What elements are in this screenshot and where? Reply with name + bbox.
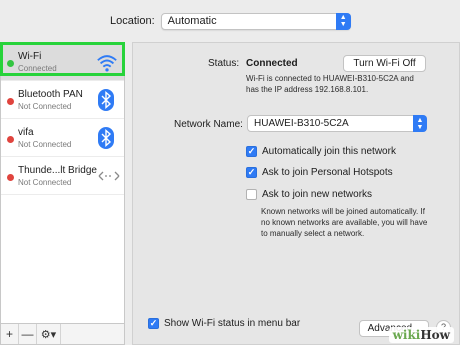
ethernet-icon bbox=[98, 171, 120, 181]
popup-arrows-icon: ▲ ▼ bbox=[335, 12, 351, 30]
selection-highlight bbox=[0, 42, 125, 76]
new-networks-label: Ask to join new networks bbox=[262, 189, 373, 200]
wikihow-watermark: wikiHow bbox=[388, 327, 454, 343]
service-item-vifa[interactable]: vifa Not Connected bbox=[1, 119, 124, 157]
menu-bar-label: Show Wi-Fi status in menu bar bbox=[164, 318, 301, 329]
network-name-label: Network Name: bbox=[174, 119, 243, 130]
service-list: Wi-Fi Connected Bluetooth PAN Not Connec… bbox=[0, 42, 125, 324]
location-row: Location: Automatic ▲ ▼ bbox=[110, 12, 351, 30]
join-note-line: Known networks will be joined automatica… bbox=[261, 207, 425, 216]
auto-join-checkbox[interactable]: ✓ bbox=[246, 146, 257, 157]
menu-bar-checkbox[interactable]: ✓ bbox=[148, 318, 159, 329]
watermark-wiki: wiki bbox=[392, 328, 421, 342]
service-name: Thunde...lt Bridge bbox=[18, 165, 97, 176]
auto-join-label: Automatically join this network bbox=[262, 146, 396, 157]
service-item-thunderbolt-bridge[interactable]: Thunde...lt Bridge Not Connected bbox=[1, 157, 124, 195]
status-description: Wi-Fi is connected to HUAWEI-B310-5C2A a… bbox=[246, 73, 414, 95]
status-desc-line: has the IP address 192.168.8.101. bbox=[246, 85, 369, 94]
join-note-line: to manually select a network. bbox=[261, 229, 365, 238]
status-label: Status: bbox=[208, 58, 240, 69]
service-name: vifa bbox=[18, 127, 34, 138]
new-networks-checkbox[interactable] bbox=[246, 189, 257, 200]
popup-arrows-icon: ▲ ▼ bbox=[413, 115, 427, 132]
turn-wifi-off-button[interactable]: Turn Wi-Fi Off bbox=[343, 55, 426, 72]
service-status: Not Connected bbox=[18, 178, 72, 187]
status-dot bbox=[7, 98, 14, 105]
watermark-how: How bbox=[420, 328, 450, 342]
location-value: Automatic bbox=[167, 14, 217, 27]
remove-service-button[interactable]: — bbox=[19, 324, 37, 344]
service-item-bluetooth-pan[interactable]: Bluetooth PAN Not Connected bbox=[1, 81, 124, 119]
status-desc-line: Wi-Fi is connected to HUAWEI-B310-5C2A a… bbox=[246, 74, 414, 83]
service-status: Not Connected bbox=[18, 140, 72, 149]
menu-bar-option[interactable]: ✓ Show Wi-Fi status in menu bar bbox=[148, 318, 300, 329]
sidebar-toolbar: + — ⚙▾ bbox=[0, 324, 125, 345]
service-name: Bluetooth PAN bbox=[18, 89, 83, 100]
status-value: Connected bbox=[246, 58, 298, 69]
hotspots-option[interactable]: ✓ Ask to join Personal Hotspots bbox=[246, 167, 393, 178]
hotspots-checkbox[interactable]: ✓ bbox=[246, 167, 257, 178]
service-status: Not Connected bbox=[18, 102, 72, 111]
join-note-line: no known networks are available, you wil… bbox=[261, 218, 428, 227]
bluetooth-icon bbox=[98, 127, 114, 149]
status-dot bbox=[7, 136, 14, 143]
location-select[interactable]: Automatic ▲ ▼ bbox=[160, 12, 351, 30]
new-networks-option[interactable]: Ask to join new networks bbox=[246, 189, 372, 200]
bluetooth-icon bbox=[98, 89, 114, 111]
location-label: Location: bbox=[110, 15, 155, 27]
join-note: Known networks will be joined automatica… bbox=[261, 206, 427, 239]
auto-join-option[interactable]: ✓ Automatically join this network bbox=[246, 146, 396, 157]
hotspots-label: Ask to join Personal Hotspots bbox=[262, 167, 393, 178]
add-service-button[interactable]: + bbox=[1, 324, 19, 344]
network-name-value: HUAWEI-B310-5C2A bbox=[254, 118, 349, 129]
network-name-select[interactable]: HUAWEI-B310-5C2A ▲ ▼ bbox=[247, 115, 427, 132]
gear-menu-button[interactable]: ⚙▾ bbox=[37, 324, 61, 344]
status-dot bbox=[7, 174, 14, 181]
